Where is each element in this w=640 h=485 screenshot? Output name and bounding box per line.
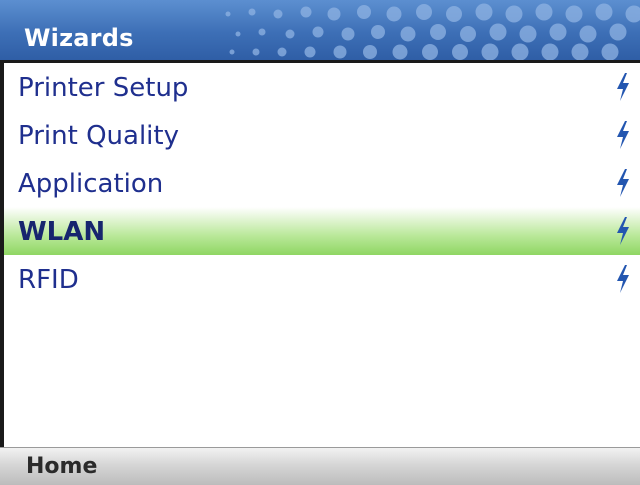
lightning-bolt-icon — [617, 121, 629, 149]
menu-item-label: RFID — [18, 265, 79, 295]
menu-item-label: Application — [18, 169, 164, 199]
lightning-bolt-icon — [617, 169, 629, 197]
lightning-bolt-icon — [617, 217, 629, 245]
menu-item-print-quality[interactable]: Print Quality — [4, 111, 640, 159]
screen-title: Wizards — [24, 24, 134, 52]
lightning-bolt-icon — [617, 73, 629, 101]
title-bar: Wizards — [0, 0, 640, 60]
home-softkey[interactable]: Home — [26, 452, 97, 482]
menu-item-application[interactable]: Application — [4, 159, 640, 207]
wizards-screen: Wizards Printer Setup Print Quality Appl… — [0, 0, 640, 485]
menu-item-label: Printer Setup — [18, 73, 189, 103]
wizard-menu-list: Printer Setup Print Quality Application … — [4, 63, 640, 303]
menu-item-wlan[interactable]: WLAN — [4, 207, 640, 255]
menu-item-rfid[interactable]: RFID — [4, 255, 640, 303]
softkey-bar: Home — [0, 447, 640, 485]
lightning-bolt-icon — [617, 265, 629, 293]
menu-item-label: WLAN — [18, 217, 106, 247]
menu-item-printer-setup[interactable]: Printer Setup — [4, 63, 640, 111]
menu-item-label: Print Quality — [18, 121, 179, 151]
